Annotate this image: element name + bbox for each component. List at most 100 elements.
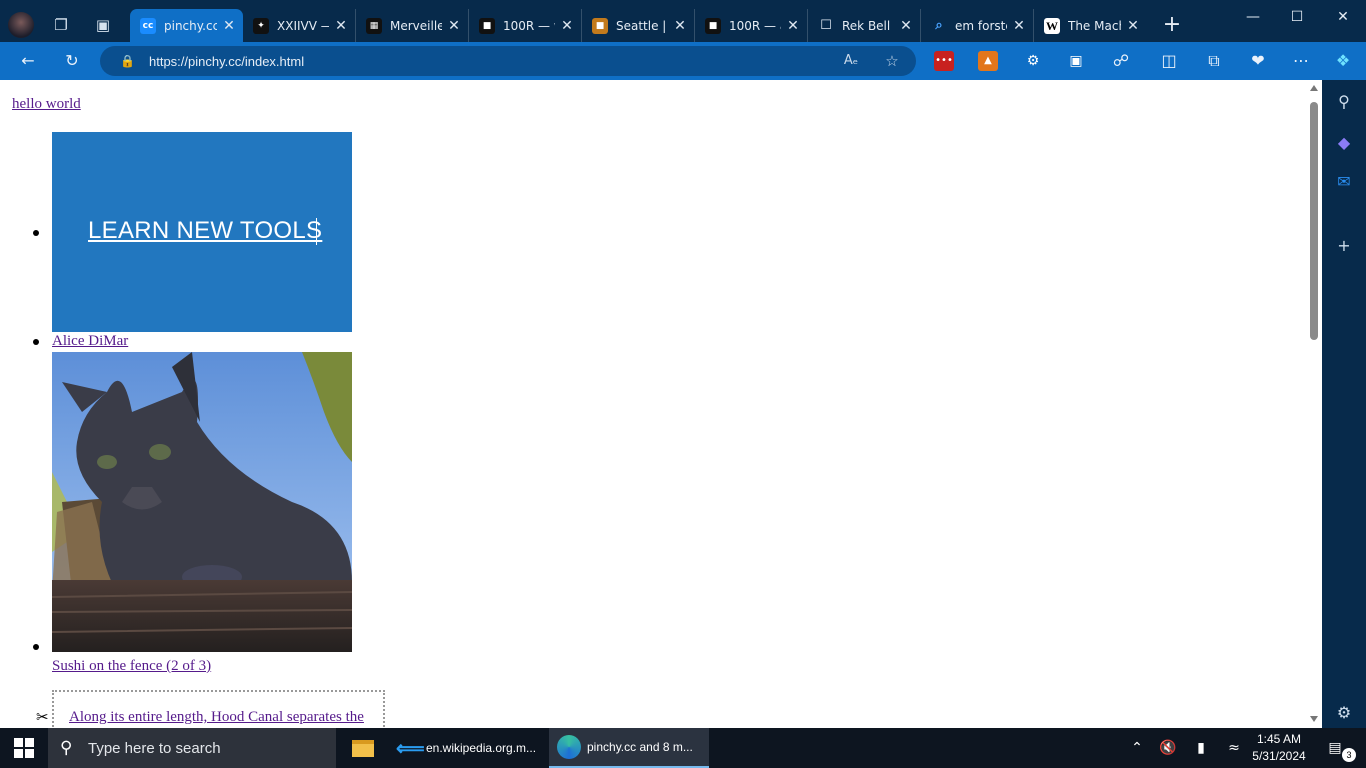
show-hidden-icons-icon[interactable]: ⌃ (1128, 740, 1146, 756)
extensions-puzzle-icon[interactable]: ☍ (1110, 50, 1132, 72)
address-bar[interactable]: 🔒 https://pinchy.cc/index.html Aₑ ☆ (100, 46, 916, 76)
volume-muted-icon[interactable]: 🔇 (1159, 740, 1177, 756)
learn-new-tools-card[interactable]: LEARN NEW TOOLS (52, 132, 352, 332)
close-tab-icon[interactable]: ✕ (787, 18, 799, 34)
battery-icon[interactable]: ▮ (1192, 740, 1210, 756)
close-tab-icon[interactable]: ✕ (1013, 18, 1025, 34)
tab-title: Seattle | P (616, 18, 668, 33)
more-options-icon[interactable]: ⋯ (1290, 50, 1312, 72)
scissors-icon: ✂ (36, 710, 49, 726)
back-icon[interactable]: ← (17, 50, 39, 72)
tab-em-forster[interactable]: ⌕ em forster ✕ (921, 9, 1034, 42)
search-icon: ⚲ (60, 738, 73, 758)
browser-essentials-icon[interactable]: ❤ (1247, 50, 1269, 72)
sushi-caption-link[interactable]: Sushi on the fence (2 of 3) (52, 658, 211, 675)
split-screen-icon[interactable]: ◫ (1158, 50, 1180, 72)
new-tab-button[interactable]: + (1160, 14, 1184, 36)
tab-title: 100R — a (729, 18, 781, 33)
cc-favicon-icon: cc (140, 17, 156, 34)
tab-actions-icon[interactable]: ▣ (92, 14, 114, 36)
vertical-scrollbar[interactable] (1306, 80, 1322, 728)
tab-title: 100R — w (503, 18, 555, 33)
url-text[interactable]: https://pinchy.cc/index.html (149, 54, 304, 69)
tab-xxiivv[interactable]: ✦ XXIIVV — ✕ (243, 9, 356, 42)
tab-seattle[interactable]: ■ Seattle | P ✕ (582, 9, 695, 42)
tab-100r-w[interactable]: ■ 100R — w ✕ (469, 9, 582, 42)
add-sidebar-app-icon[interactable]: + (1333, 235, 1355, 257)
taskbar-search-box[interactable]: ⚲ Type here to search (48, 728, 336, 768)
tab-pinchy[interactable]: cc pinchy.cc ✕ (130, 9, 243, 42)
close-tab-icon[interactable]: ✕ (448, 18, 460, 34)
profile-avatar[interactable] (8, 12, 34, 38)
favorite-star-icon[interactable]: ☆ (881, 50, 903, 72)
100r-favicon-icon: ■ (479, 17, 495, 34)
workspaces-icon[interactable]: ❐ (50, 14, 72, 36)
close-tab-icon[interactable]: ✕ (223, 18, 235, 34)
copilot-icon[interactable]: ❖ (1332, 50, 1354, 72)
clock-date: 5/31/2024 (1252, 749, 1306, 763)
cat-photo-image (52, 352, 352, 652)
scroll-up-icon[interactable] (1310, 85, 1318, 91)
minimize-button[interactable]: — (1230, 6, 1276, 28)
clock[interactable]: 1:45 AM 5/31/2024 (1248, 731, 1310, 765)
collections-icon[interactable]: ⧉ (1203, 50, 1225, 72)
tab-title: pinchy.cc (164, 18, 217, 33)
100r-favicon-icon: ■ (705, 17, 721, 34)
lock-icon[interactable]: 🔒 (120, 54, 135, 68)
search-favicon-icon: ⌕ (935, 17, 943, 33)
tab-title: The Mach (1068, 18, 1121, 33)
learn-new-tools-link[interactable]: LEARN NEW TOOLS (88, 217, 322, 245)
vscode-taskbar-button[interactable]: ⟸ en.wikipedia.org.m... (390, 728, 544, 768)
windows-taskbar: ⚲ Type here to search ⟸ en.wikipedia.org… (0, 728, 1366, 768)
metamask-icon[interactable]: ▲ (978, 51, 998, 71)
close-tab-icon[interactable]: ✕ (900, 18, 912, 34)
tab-rek-bell[interactable]: ☐ Rek Bell – ✕ (808, 9, 921, 42)
list-bullet (33, 339, 39, 345)
edge-taskbar-button[interactable]: pinchy.cc and 8 m... (549, 728, 709, 768)
search-placeholder[interactable]: Type here to search (88, 740, 221, 757)
start-windows-icon[interactable] (14, 738, 34, 758)
list-bullet (33, 644, 39, 650)
folder-icon (352, 739, 374, 757)
maximize-button[interactable]: ☐ (1274, 6, 1320, 28)
close-tab-icon[interactable]: ✕ (335, 18, 347, 34)
tab-title: XXIIVV — (277, 18, 329, 33)
vscode-icon: ⟸ (396, 737, 425, 760)
hello-world-link[interactable]: hello world (12, 96, 81, 113)
read-aloud-icon[interactable]: Aₑ (840, 50, 862, 72)
list-bullet (33, 230, 39, 236)
close-tab-icon[interactable]: ✕ (561, 18, 573, 34)
search-icon[interactable]: ⚲ (1333, 91, 1355, 113)
hood-canal-link[interactable]: Along its entire length, Hood Canal sepa… (69, 709, 364, 726)
seattle-favicon-icon: ■ (592, 17, 608, 34)
tab-title: Rek Bell – (842, 18, 894, 33)
copilot-sidebar-icon[interactable]: ◆ (1333, 132, 1355, 154)
close-window-button[interactable]: ✕ (1320, 6, 1366, 28)
extension-dots-icon[interactable]: ••• (934, 51, 954, 71)
tab-wikipedia[interactable]: W The Mach ✕ (1034, 9, 1147, 42)
extension-badge-icon[interactable]: ⚙ (1023, 51, 1043, 71)
close-tab-icon[interactable]: ✕ (1127, 18, 1139, 34)
page-content: hello world LEARN NEW TOOLS Alice DiMar (0, 80, 1306, 728)
file-explorer-button[interactable] (344, 728, 382, 768)
camera-icon[interactable]: ▣ (1066, 51, 1086, 71)
tab-merveille[interactable]: ▦ Merveille ✕ (356, 9, 469, 42)
scroll-thumb[interactable] (1310, 102, 1318, 340)
alice-dimar-link[interactable]: Alice DiMar (52, 333, 128, 350)
settings-gear-icon[interactable]: ⚙ (1333, 702, 1355, 724)
refresh-icon[interactable]: ↻ (61, 50, 83, 72)
page-favicon-icon: ☐ (820, 17, 832, 33)
close-tab-icon[interactable]: ✕ (674, 18, 686, 34)
taskbar-app-label: en.wikipedia.org.m... (426, 741, 537, 755)
clock-time: 1:45 AM (1256, 732, 1302, 746)
text-caret (316, 218, 317, 245)
edge-icon (557, 735, 581, 759)
edge-sidebar: ⚲ ◆ ✉ + ⚙ (1322, 80, 1366, 728)
wifi-icon[interactable]: ≈ (1225, 740, 1243, 756)
outlook-icon[interactable]: ✉ (1333, 171, 1355, 193)
notification-count-badge: 3 (1342, 748, 1356, 762)
scroll-down-icon[interactable] (1310, 716, 1318, 722)
tab-100r-a[interactable]: ■ 100R — a ✕ (695, 9, 808, 42)
wikipedia-favicon-icon: W (1044, 17, 1060, 34)
cat-photo[interactable] (52, 352, 352, 652)
